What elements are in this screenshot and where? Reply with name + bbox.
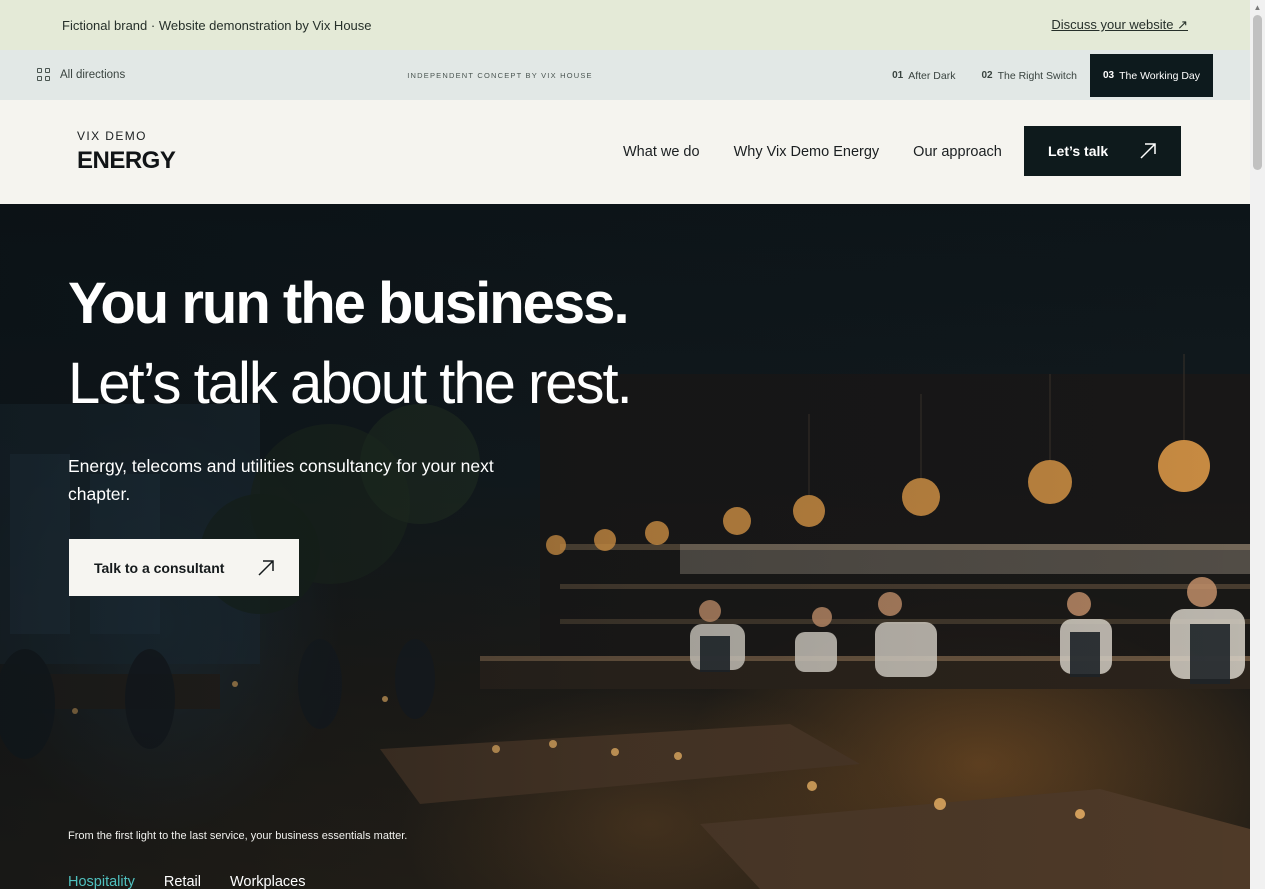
scroll-up-arrow-icon[interactable]: ▲	[1250, 0, 1265, 15]
hero-title-line1: You run the business.	[68, 271, 630, 336]
tab-number: 03	[1102, 70, 1115, 81]
demo-notice-bar: Fictional brand · Website demonstration …	[0, 0, 1250, 50]
tab-after-dark[interactable]: 01 After Dark	[879, 54, 968, 97]
tab-hospitality[interactable]: Hospitality	[68, 874, 135, 889]
arrow-up-right-icon	[258, 559, 274, 576]
tab-number: 01	[892, 70, 904, 81]
tab-working-day[interactable]: 03 The Working Day	[1089, 54, 1213, 97]
hero-title-line2: Let’s talk about the rest.	[68, 351, 633, 416]
discuss-website-link[interactable]: Discuss your website ↗	[1051, 17, 1188, 33]
tab-number: 02	[981, 70, 993, 81]
tab-label: After Dark	[908, 69, 956, 82]
directions-bar: All directions INDEPENDENT CONCEPT BY VI…	[0, 50, 1250, 100]
nav-our-approach[interactable]: Our approach	[913, 144, 1002, 160]
tab-right-switch[interactable]: 02 The Right Switch	[968, 54, 1090, 97]
scrollbar-thumb[interactable]	[1253, 15, 1262, 170]
talk-to-consultant-label: Talk to a consultant	[94, 559, 225, 576]
hero-tagline: From the first light to the last service…	[68, 830, 408, 842]
demo-notice-text: Fictional brand · Website demonstration …	[62, 17, 372, 33]
direction-tabs: 01 After Dark 02 The Right Switch 03 The…	[879, 54, 1213, 97]
sector-tabs: Hospitality Retail Workplaces	[68, 874, 305, 889]
scrollbar[interactable]: ▲	[1250, 0, 1265, 889]
all-directions-button[interactable]: All directions	[37, 68, 397, 82]
talk-to-consultant-button[interactable]: Talk to a consultant	[69, 539, 299, 596]
lets-talk-label: Let’s talk	[1048, 143, 1109, 159]
tab-label: The Working Day	[1119, 69, 1200, 82]
arrow-up-right-icon	[1140, 143, 1156, 159]
hero-section: You run the business. Let’s talk about t…	[0, 204, 1250, 889]
logo-small-text: VIX DEMO	[77, 129, 147, 143]
main-nav: What we do Why Vix Demo Energy Our appro…	[623, 100, 1002, 204]
tab-workplaces[interactable]: Workplaces	[230, 874, 305, 889]
page: Fictional brand · Website demonstration …	[0, 0, 1250, 889]
nav-what-we-do[interactable]: What we do	[623, 144, 700, 160]
all-directions-label: All directions	[60, 69, 126, 81]
logo[interactable]: VIX DEMO ENERGY	[77, 129, 176, 175]
logo-big-text: ENERGY	[77, 147, 176, 174]
tab-retail[interactable]: Retail	[164, 874, 201, 889]
hero-subtitle: Energy, telecoms and utilities consultan…	[68, 456, 494, 504]
lets-talk-button[interactable]: Let’s talk	[1024, 126, 1181, 176]
grid-icon	[37, 68, 51, 82]
nav-why-vix-demo-energy[interactable]: Why Vix Demo Energy	[734, 144, 880, 160]
tab-label: The Right Switch	[997, 69, 1077, 82]
site-header: VIX DEMO ENERGY What we do Why Vix Demo …	[0, 100, 1250, 204]
